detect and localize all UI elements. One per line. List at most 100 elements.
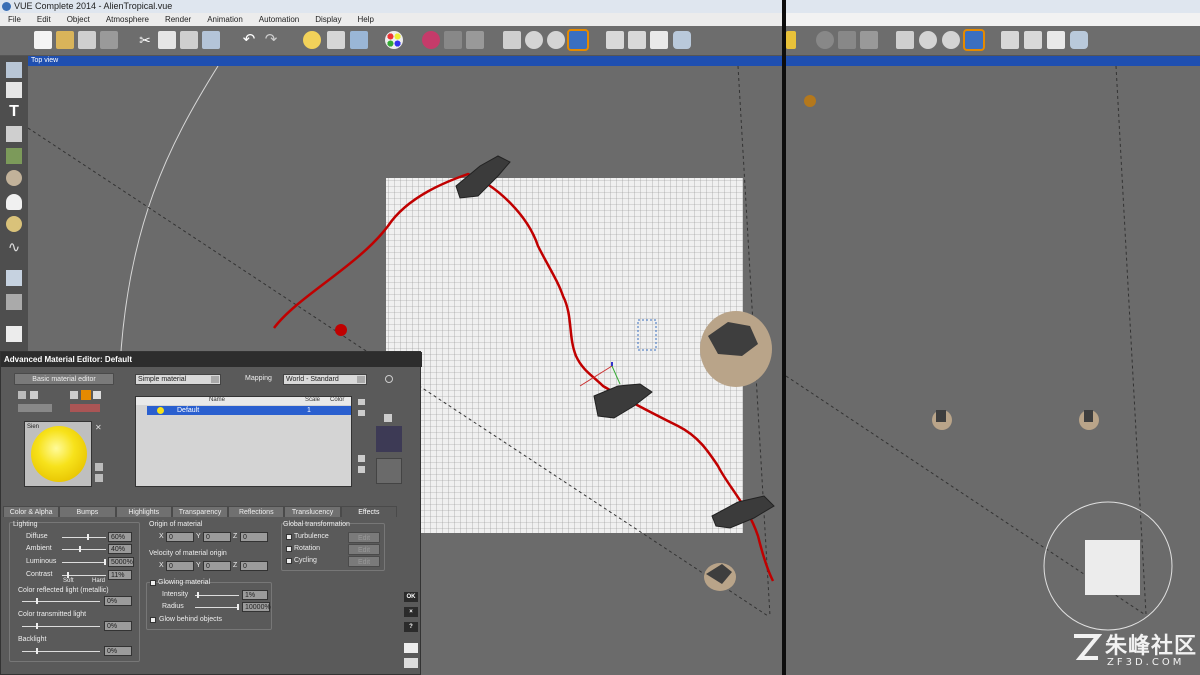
zoom-region-icon-2[interactable] [896, 31, 914, 49]
zoom-out-icon-2[interactable] [942, 31, 960, 49]
slider-knob[interactable] [237, 604, 239, 610]
view-toggle-icon[interactable] [567, 29, 589, 51]
turbulence-edit-button[interactable]: Edit [348, 532, 380, 543]
ecosystem-icon[interactable] [6, 270, 22, 286]
tab-translucency[interactable]: Translucency [284, 506, 341, 517]
luminous-value[interactable]: 5000% [108, 557, 134, 567]
menu-edit[interactable]: Edit [29, 13, 59, 26]
tool-icon[interactable] [30, 391, 38, 399]
ok-button[interactable]: OK [404, 592, 418, 602]
render-options-icon[interactable] [628, 31, 646, 49]
frame-icon-2[interactable] [1047, 31, 1065, 49]
view-toggle-icon-2[interactable] [963, 29, 985, 51]
tab-reflections[interactable]: Reflections [228, 506, 285, 517]
luminous-slider[interactable] [62, 559, 106, 565]
viewport-divider[interactable] [782, 0, 786, 675]
intensity-slider[interactable] [195, 592, 239, 598]
menu-display[interactable]: Display [307, 13, 349, 26]
render-zoom-icon-2[interactable] [816, 31, 834, 49]
menu-render[interactable]: Render [157, 13, 199, 26]
tool-icon-row[interactable] [18, 404, 52, 412]
tool-icon[interactable] [93, 391, 101, 399]
red-marker[interactable] [335, 324, 347, 336]
save-material-icon[interactable] [404, 643, 418, 653]
reflected-slider[interactable] [22, 598, 100, 604]
backlight-slider[interactable] [22, 648, 100, 654]
transmitted-value[interactable]: 0% [104, 621, 132, 631]
open-file-icon[interactable] [56, 31, 74, 49]
transmitted-slider[interactable] [22, 623, 100, 629]
menu-automation[interactable]: Automation [251, 13, 307, 26]
contrast-slider[interactable] [62, 572, 106, 578]
undo-icon[interactable]: ↶ [240, 31, 258, 49]
rotation-edit-button[interactable]: Edit [348, 544, 380, 555]
render-options-icon-2[interactable] [1024, 31, 1042, 49]
slider-knob[interactable] [78, 546, 81, 552]
zoom-in-icon-2[interactable] [919, 31, 937, 49]
texture-thumbnail[interactable] [376, 426, 402, 452]
tab-highlights[interactable]: Highlights [115, 506, 172, 517]
tree-icon[interactable] [6, 148, 22, 164]
camera-aim-icon-2[interactable] [860, 31, 878, 49]
thumbnail-tool-icon[interactable] [384, 414, 392, 422]
material-preview[interactable]: Sien [24, 421, 92, 487]
planet-icon[interactable] [6, 216, 22, 232]
render-camera-icon[interactable] [673, 31, 691, 49]
zoom-region-icon[interactable] [503, 31, 521, 49]
tab-effects[interactable]: Effects [340, 506, 397, 517]
glow-behind-checkbox[interactable] [150, 617, 156, 623]
velocity-z-field[interactable]: 0 [240, 561, 268, 571]
menu-help[interactable]: Help [349, 13, 381, 26]
swap-icon[interactable]: ✕ [95, 423, 103, 432]
diffuse-slider[interactable] [62, 534, 106, 540]
menu-object[interactable]: Object [59, 13, 98, 26]
slider-knob[interactable] [36, 648, 38, 654]
menu-animation[interactable]: Animation [199, 13, 251, 26]
copy-icon[interactable] [158, 31, 176, 49]
import-object-icon[interactable] [6, 326, 22, 342]
tab-bumps[interactable]: Bumps [59, 506, 116, 517]
preview-option-icon[interactable] [95, 474, 103, 482]
mini-grid-plane[interactable] [1085, 540, 1140, 595]
film-strip-icon-2[interactable] [1001, 31, 1019, 49]
glowing-checkbox[interactable] [150, 580, 156, 586]
menu-file[interactable]: File [0, 13, 29, 26]
empty-thumbnail[interactable] [376, 458, 402, 484]
radius-value[interactable]: 10000% [242, 602, 271, 612]
grid-plane[interactable] [386, 178, 743, 533]
perspective-viewport[interactable] [785, 65, 1200, 675]
contrast-value[interactable]: 11% [108, 570, 132, 580]
ambient-slider[interactable] [62, 546, 106, 552]
help-button[interactable]: ? [404, 622, 418, 632]
menu-atmosphere[interactable]: Atmosphere [98, 13, 157, 26]
slider-knob[interactable] [36, 598, 38, 604]
spline-icon[interactable]: ∿ [6, 240, 22, 256]
text-icon[interactable]: T [6, 104, 22, 120]
slider-knob[interactable] [87, 534, 90, 540]
zoom-in-icon[interactable] [525, 31, 543, 49]
list-item[interactable]: Default 1 [147, 406, 351, 415]
paste-icon[interactable] [180, 31, 198, 49]
frame-icon[interactable] [650, 31, 668, 49]
redo-icon[interactable]: ↷ [262, 31, 280, 49]
duplicate-icon[interactable] [202, 31, 220, 49]
material-brush-icon[interactable] [350, 31, 368, 49]
object-properties-icon[interactable] [327, 31, 345, 49]
rotation-checkbox[interactable] [286, 546, 292, 552]
render-zoom-icon[interactable] [422, 31, 440, 49]
sun-object[interactable] [804, 95, 816, 107]
link-icon[interactable] [385, 375, 393, 383]
origin-y-field[interactable]: 0 [203, 532, 231, 542]
tab-transparency[interactable]: Transparency [171, 506, 229, 517]
slider-knob[interactable] [197, 592, 199, 598]
preview-option-icon[interactable] [95, 463, 103, 471]
cloud-icon[interactable] [6, 194, 22, 210]
tab-color-alpha[interactable]: Color & Alpha [3, 506, 60, 517]
origin-z-field[interactable]: 0 [240, 532, 268, 542]
film-strip-icon[interactable] [606, 31, 624, 49]
tool-icon[interactable] [81, 390, 91, 400]
terrain-icon[interactable] [6, 62, 22, 78]
camera-aim-icon[interactable] [466, 31, 484, 49]
origin-x-field[interactable]: 0 [166, 532, 194, 542]
tool-icon[interactable] [18, 391, 26, 399]
